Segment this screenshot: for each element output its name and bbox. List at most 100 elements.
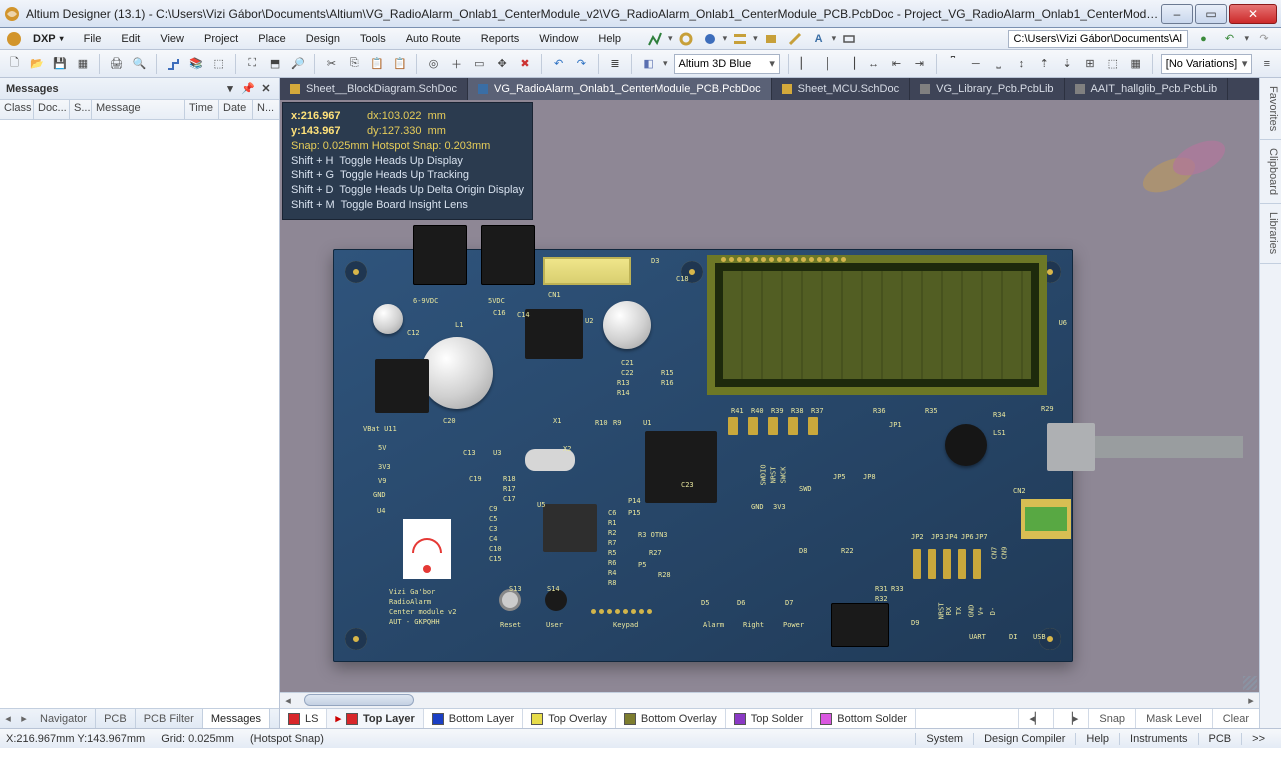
address-input[interactable] (1008, 30, 1188, 48)
menu-dxp[interactable]: DXP▾ (24, 30, 73, 48)
deselect-icon[interactable]: ✖ (517, 53, 534, 75)
tab-pcb[interactable]: PCB (96, 709, 136, 728)
move-icon[interactable]: ✥ (494, 53, 511, 75)
layer-scroll-left-icon[interactable]: ◂▏ (1018, 709, 1053, 728)
layer-scroll-right-icon[interactable]: ▕▸ (1053, 709, 1088, 728)
panel-dropdown-icon[interactable]: ▾ (223, 82, 237, 96)
status-system[interactable]: System (915, 733, 973, 745)
status-instruments[interactable]: Instruments (1119, 733, 1197, 745)
panel-pin-icon[interactable]: 📌 (241, 82, 255, 96)
room-move-icon[interactable]: ▦ (1127, 53, 1144, 75)
tab-scroll-right-icon[interactable]: ▸ (16, 709, 32, 728)
spacing-h-inc-icon[interactable]: ⇤ (888, 53, 905, 75)
paste-special-icon[interactable]: 📋 (392, 53, 409, 75)
variation-apply-icon[interactable]: ≡ (1258, 53, 1275, 75)
menu-project[interactable]: Project (195, 30, 247, 48)
zoom-fit-icon[interactable]: ⛶ (244, 53, 261, 75)
menu-tools[interactable]: Tools (351, 30, 395, 48)
tab-pcb-filter[interactable]: PCB Filter (136, 709, 203, 728)
print-icon[interactable]: 🖨 (108, 53, 125, 75)
spacing-v-inc-icon[interactable]: ⇡ (1036, 53, 1053, 75)
paste-icon[interactable]: 📋 (369, 53, 386, 75)
tool-placeline-icon[interactable] (784, 28, 806, 50)
layer-top[interactable]: ▸Top Layer (327, 709, 423, 728)
panel-close-icon[interactable]: ✕ (259, 82, 273, 96)
menu-view[interactable]: View (151, 30, 193, 48)
address-fwd-icon[interactable]: ↷ (1253, 28, 1275, 50)
tool-place-square-icon[interactable] (760, 28, 782, 50)
tool-route-icon[interactable] (644, 28, 666, 50)
resize-grip-icon[interactable] (1243, 676, 1257, 690)
menu-place[interactable]: Place (249, 30, 295, 48)
library-icon[interactable]: 📚 (187, 53, 204, 75)
status-more-icon[interactable]: >> (1241, 733, 1275, 745)
align-left-icon[interactable]: ▏ (797, 53, 814, 75)
tab-scroll-left-icon[interactable]: ◂ (0, 709, 16, 728)
tab-navigator[interactable]: Navigator (32, 709, 96, 728)
menu-help[interactable]: Help (589, 30, 630, 48)
redo-icon[interactable]: ↷ (573, 53, 590, 75)
layers-icon[interactable]: ≣ (607, 53, 624, 75)
vtab-clipboard[interactable]: Clipboard (1260, 140, 1281, 204)
layer-top-overlay[interactable]: Top Overlay (523, 709, 616, 728)
doc-tab-lib1[interactable]: VG_Library_Pcb.PcbLib (910, 78, 1064, 100)
view3d-icon[interactable]: ◧ (640, 53, 657, 75)
align-vcenter-icon[interactable]: ─ (967, 53, 984, 75)
cut-icon[interactable]: ✂ (323, 53, 340, 75)
variations-combo[interactable]: [No Variations]▾ (1161, 54, 1253, 74)
room-icon[interactable]: ⬚ (1104, 53, 1121, 75)
align-right-icon[interactable]: ▕ (842, 53, 859, 75)
layer-bottom[interactable]: Bottom Layer (424, 709, 523, 728)
menu-edit[interactable]: Edit (112, 30, 149, 48)
save-icon[interactable]: 💾 (52, 53, 69, 75)
doc-tab-blockdiagram[interactable]: Sheet__BlockDiagram.SchDoc (280, 78, 468, 100)
doc-tab-mcu[interactable]: Sheet_MCU.SchDoc (772, 78, 911, 100)
align-hcenter-icon[interactable]: │ (820, 53, 837, 75)
zoom-sel-icon[interactable]: ⬒ (267, 53, 284, 75)
menu-reports[interactable]: Reports (472, 30, 529, 48)
align-grid-icon[interactable]: ⊞ (1082, 53, 1099, 75)
tool-via-icon[interactable] (699, 28, 721, 50)
status-design-compiler[interactable]: Design Compiler (973, 733, 1075, 745)
sel-rect-icon[interactable]: ▭ (471, 53, 488, 75)
tool-placestring-icon[interactable] (729, 28, 751, 50)
vtab-libraries[interactable]: Libraries (1260, 204, 1281, 263)
copy-icon[interactable]: ⎘ (346, 53, 363, 75)
menu-design[interactable]: Design (297, 30, 349, 48)
vtab-favorites[interactable]: Favorites (1260, 78, 1281, 140)
maximize-button[interactable]: ▭ (1195, 4, 1227, 24)
address-go-icon[interactable]: ● (1192, 28, 1214, 50)
preview-icon[interactable]: 🔍 (131, 53, 148, 75)
undo-icon[interactable]: ↶ (550, 53, 567, 75)
horizontal-scrollbar[interactable]: ◂ ▸ (280, 692, 1259, 708)
status-help[interactable]: Help (1075, 733, 1119, 745)
spacing-h-dec-icon[interactable]: ⇥ (911, 53, 928, 75)
align-bottom-icon[interactable]: ⎵ (990, 53, 1007, 75)
status-pcb[interactable]: PCB (1198, 733, 1242, 745)
distribute-v-icon[interactable]: ↕ (1013, 53, 1030, 75)
find-icon[interactable]: 🔎 (289, 53, 306, 75)
doc-tab-lib2[interactable]: AAIT_hallglib_Pcb.PcbLib (1065, 78, 1229, 100)
tab-messages[interactable]: Messages (203, 709, 270, 728)
close-button[interactable]: ✕ (1229, 4, 1277, 24)
layer-snap[interactable]: Snap (1088, 709, 1135, 728)
minimize-button[interactable]: – (1161, 4, 1193, 24)
compile-icon[interactable] (165, 53, 182, 75)
new-doc-icon[interactable]: 🗋 (6, 53, 23, 75)
cross-icon[interactable]: ＋ (448, 53, 465, 75)
tool-placecomp-icon[interactable] (838, 28, 860, 50)
menu-autoroute[interactable]: Auto Route (397, 30, 470, 48)
layer-bottom-overlay[interactable]: Bottom Overlay (616, 709, 726, 728)
layer-clear[interactable]: Clear (1212, 709, 1259, 728)
align-top-icon[interactable]: ⎴ (944, 53, 961, 75)
doc-tab-pcb[interactable]: VG_RadioAlarm_Onlab1_CenterModule_PCB.Pc… (468, 78, 772, 100)
distribute-h-icon[interactable]: ↔ (865, 53, 882, 75)
origin-icon[interactable]: ◎ (425, 53, 442, 75)
menu-file[interactable]: File (75, 30, 111, 48)
output-icon[interactable]: ⬚ (210, 53, 227, 75)
layer-bottom-solder[interactable]: Bottom Solder (812, 709, 916, 728)
print-area-icon[interactable]: ▦ (75, 53, 92, 75)
tool-placepad-icon[interactable] (675, 28, 697, 50)
tool-placetext-icon[interactable]: A (808, 28, 830, 50)
menu-window[interactable]: Window (530, 30, 587, 48)
